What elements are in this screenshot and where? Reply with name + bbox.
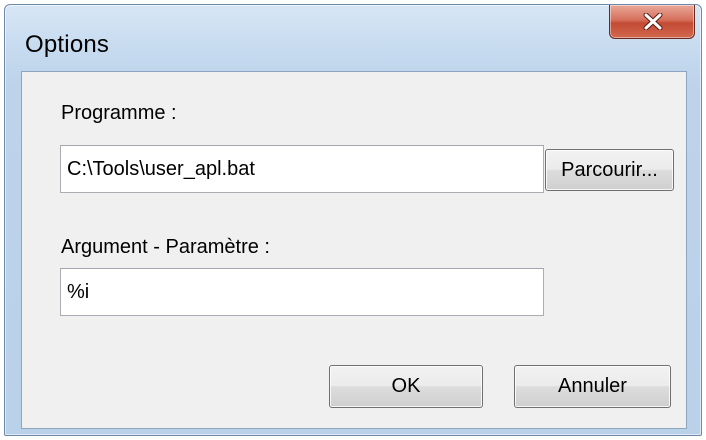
dialog-client-area: Programme : C:\Tools\user_apl.bat Parcou… bbox=[21, 71, 687, 429]
cancel-button-label: Annuler bbox=[558, 375, 627, 397]
ok-button-label: OK bbox=[391, 375, 421, 397]
browse-button-label: Parcourir... bbox=[561, 158, 658, 181]
close-icon bbox=[643, 13, 663, 30]
argument-field[interactable]: %i bbox=[60, 268, 544, 316]
ok-button[interactable]: OK bbox=[329, 365, 483, 408]
browse-button[interactable]: Parcourir... bbox=[545, 149, 674, 191]
argument-value: %i bbox=[67, 280, 90, 303]
program-path-value: C:\Tools\user_apl.bat bbox=[67, 157, 255, 180]
program-label: Programme : bbox=[61, 102, 177, 124]
argument-label: Argument - Paramètre : bbox=[61, 236, 270, 258]
cancel-button[interactable]: Annuler bbox=[514, 365, 671, 408]
program-path-field[interactable]: C:\Tools\user_apl.bat bbox=[60, 145, 544, 193]
dialog-title: Options bbox=[25, 31, 110, 58]
close-button[interactable] bbox=[609, 5, 695, 39]
options-dialog: Options Programme : C:\Tools\user_apl.ba… bbox=[4, 4, 702, 436]
